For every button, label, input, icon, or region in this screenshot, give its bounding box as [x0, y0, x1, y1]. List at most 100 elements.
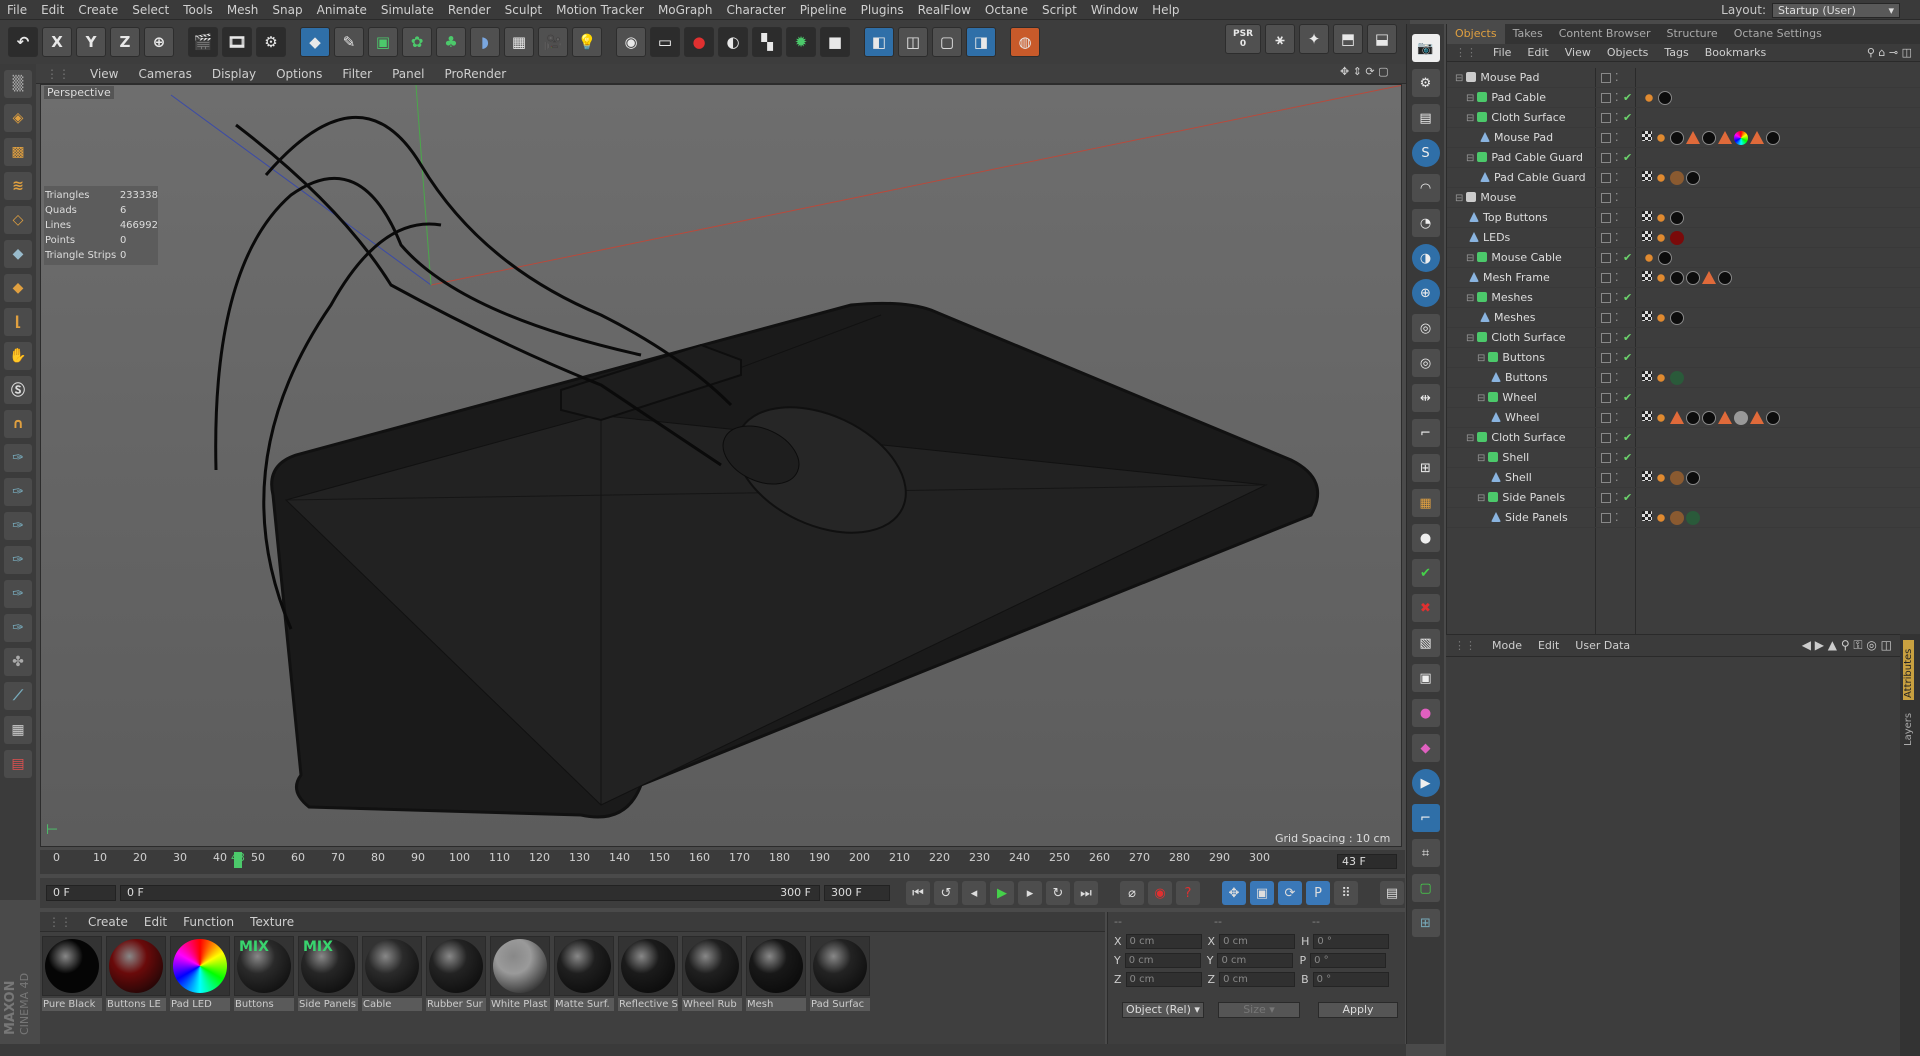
- object-name[interactable]: Shell: [1488, 471, 1532, 484]
- material-tag-icon[interactable]: [1718, 270, 1732, 285]
- menu-mograph[interactable]: MoGraph: [651, 0, 720, 20]
- visibility-toggle[interactable]: [1601, 292, 1611, 303]
- object-name[interactable]: ⊟ Wheel: [1477, 391, 1537, 404]
- enabled-check-icon[interactable]: ✔: [1623, 151, 1632, 164]
- material-item[interactable]: Reflective S: [618, 936, 678, 1046]
- expand-icon[interactable]: ⊟: [1477, 493, 1485, 504]
- object-menu-edit[interactable]: Edit: [1519, 46, 1556, 59]
- octane-record-icon[interactable]: ●: [684, 27, 714, 57]
- material-tag-icon[interactable]: [1670, 510, 1684, 525]
- texture-mode-icon[interactable]: ▩: [4, 138, 32, 166]
- menu-motion-tracker[interactable]: Motion Tracker: [549, 0, 651, 20]
- enabled-check-icon[interactable]: ✔: [1623, 431, 1632, 444]
- render-camera-icon[interactable]: 📷: [1411, 34, 1440, 62]
- texture-tool-icon[interactable]: ▧: [1411, 629, 1440, 657]
- object-name[interactable]: Buttons: [1488, 371, 1548, 384]
- pipe-icon[interactable]: ⌐: [1411, 804, 1440, 832]
- material-tag-icon[interactable]: [1702, 410, 1716, 425]
- triangle-tag-icon[interactable]: [1686, 130, 1700, 144]
- texture-tag-icon[interactable]: [1642, 130, 1652, 141]
- render-dots-icon[interactable]: ⁚: [1615, 91, 1619, 104]
- keyframe-selection-icon[interactable]: ?: [1176, 881, 1200, 905]
- cloner-grid-icon[interactable]: ▦: [1411, 489, 1440, 517]
- pink-cubes-icon[interactable]: ◆: [1411, 734, 1440, 762]
- material-swatch[interactable]: [106, 936, 166, 996]
- material-tag-icon[interactable]: [1766, 410, 1780, 425]
- sphere-grid-icon[interactable]: ⊕: [1411, 279, 1440, 307]
- material-tag-icon[interactable]: [1654, 270, 1668, 285]
- brush-3-icon[interactable]: ✑: [4, 512, 32, 540]
- tab-structure[interactable]: Structure: [1659, 24, 1726, 44]
- material-swatch[interactable]: [618, 936, 678, 996]
- object-name[interactable]: ⊟ Cloth Surface: [1466, 331, 1566, 344]
- material-tag-icon[interactable]: [1654, 170, 1668, 185]
- lamp-icon[interactable]: ◠: [1411, 174, 1440, 202]
- object-row[interactable]: ⊟ Pad Cable Guard ⁚ ✔: [1447, 148, 1920, 168]
- object-row[interactable]: Top Buttons ⁚: [1447, 208, 1920, 228]
- triangle-tag-icon[interactable]: [1718, 410, 1732, 424]
- material-tag-icon[interactable]: [1670, 170, 1684, 185]
- goto-start-icon[interactable]: ⏮: [906, 881, 930, 905]
- triangle-tag-icon[interactable]: [1750, 130, 1764, 144]
- render-dots-icon[interactable]: ⁚: [1615, 431, 1619, 444]
- knife-icon[interactable]: ⟋: [4, 682, 32, 710]
- expand-icon[interactable]: ⊟: [1455, 73, 1463, 84]
- object-name[interactable]: Meshes: [1477, 311, 1535, 324]
- coords-value-field[interactable]: 0 cm: [1217, 953, 1294, 968]
- coords-value-field[interactable]: 0 cm: [1219, 934, 1296, 949]
- object-name[interactable]: Pad Cable Guard: [1477, 171, 1586, 184]
- object-row[interactable]: ⊟ Mouse Cable ⁚ ✔: [1447, 248, 1920, 268]
- current-frame-field[interactable]: 43 F: [1337, 854, 1397, 869]
- menu-edit[interactable]: Edit: [34, 0, 71, 20]
- render-dots-icon[interactable]: ⁚: [1615, 371, 1619, 384]
- pen-spline-icon[interactable]: ✎: [334, 27, 364, 57]
- material-tag-icon[interactable]: [1658, 250, 1672, 265]
- object-name[interactable]: Side Panels: [1488, 511, 1568, 524]
- object-row[interactable]: ⊟ Pad Cable ⁚ ✔: [1447, 88, 1920, 108]
- material-tag-icon[interactable]: [1654, 230, 1668, 245]
- expand-icon[interactable]: ⊟: [1466, 253, 1474, 264]
- visibility-toggle[interactable]: [1601, 92, 1611, 103]
- material-tag-icon[interactable]: [1686, 410, 1700, 425]
- material-tag-icon[interactable]: [1702, 130, 1716, 145]
- object-name[interactable]: ⊟ Side Panels: [1477, 491, 1565, 504]
- material-tag-icon[interactable]: [1670, 270, 1684, 285]
- object-name[interactable]: Mouse Pad: [1477, 131, 1553, 144]
- visibility-toggle[interactable]: [1601, 372, 1611, 383]
- expand-icon[interactable]: ⊟: [1477, 393, 1485, 404]
- material-swatch[interactable]: MIX: [298, 936, 358, 996]
- material-menu-texture[interactable]: Texture: [242, 915, 302, 929]
- render-dots-icon[interactable]: ⁚: [1615, 231, 1619, 244]
- visibility-toggle[interactable]: [1601, 112, 1611, 123]
- side-tab-attributes[interactable]: Attributes: [1903, 640, 1914, 700]
- material-tag-icon[interactable]: [1654, 370, 1668, 385]
- timeline-window-icon[interactable]: ▤: [1380, 881, 1404, 905]
- object-row[interactable]: Side Panels ⁚: [1447, 508, 1920, 528]
- cube-tool-icon[interactable]: ▣: [1411, 664, 1440, 692]
- enabled-check-icon[interactable]: ✔: [1623, 111, 1632, 124]
- material-tag-icon[interactable]: [1686, 170, 1700, 185]
- material-swatch[interactable]: MIX: [234, 936, 294, 996]
- points-mode-icon[interactable]: ◇: [4, 206, 32, 234]
- timeline-icon[interactable]: ▤: [4, 750, 32, 778]
- edges-mode-icon[interactable]: ◆: [4, 240, 32, 268]
- material-menu-create[interactable]: Create: [80, 915, 136, 929]
- material-item[interactable]: Pure Black: [42, 936, 102, 1046]
- object-row[interactable]: ⊟ Cloth Surface ⁚ ✔: [1447, 428, 1920, 448]
- material-item[interactable]: Cable: [362, 936, 422, 1046]
- object-row[interactable]: Mouse Pad ⁚: [1447, 128, 1920, 148]
- material-item[interactable]: Matte Surf.: [554, 936, 614, 1046]
- menu-simulate[interactable]: Simulate: [374, 0, 441, 20]
- prev-frame-icon[interactable]: ◂: [962, 881, 986, 905]
- menu-render[interactable]: Render: [441, 0, 498, 20]
- texture-tag-icon[interactable]: [1642, 310, 1652, 321]
- check-icon[interactable]: ✔: [1411, 559, 1440, 587]
- object-name[interactable]: ⊟ Buttons: [1477, 351, 1545, 364]
- axis-tool-icon[interactable]: ⌊: [4, 308, 32, 336]
- key-parameter-icon[interactable]: P: [1306, 881, 1330, 905]
- object-name[interactable]: Wheel: [1488, 411, 1539, 424]
- layout-dropdown[interactable]: Startup (User) ▾: [1772, 2, 1900, 18]
- render-dots-icon[interactable]: ⁚: [1615, 411, 1619, 424]
- object-name[interactable]: ⊟ Mouse Pad: [1455, 71, 1539, 84]
- spline-tool-icon[interactable]: ⌐: [1411, 419, 1440, 447]
